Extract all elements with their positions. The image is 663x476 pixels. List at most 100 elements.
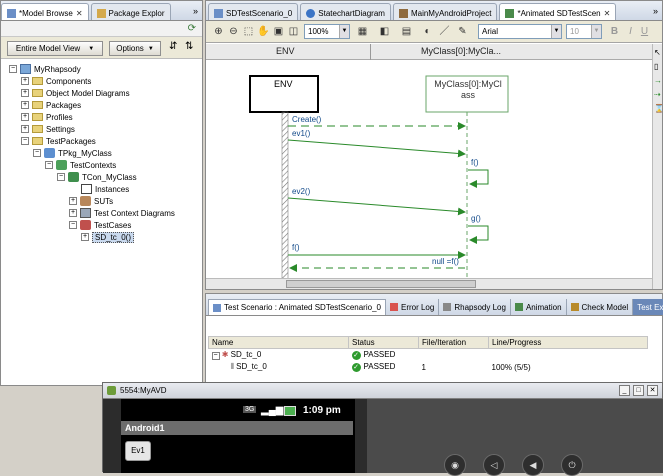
scrollbar-thumb[interactable] — [286, 280, 476, 288]
table-row[interactable]: ⫴ SD_tc_0 ✓ PASSED 1 100% (5/5) — [209, 361, 648, 373]
tree-item-sd-tc-0[interactable]: + SD_tc_0() — [81, 231, 135, 243]
g-self-call-arrow[interactable] — [468, 225, 489, 244]
power-icon[interactable]: ⏻ — [561, 454, 583, 476]
collapse-icon[interactable]: − — [57, 173, 65, 181]
tab-animation[interactable]: Animation — [511, 299, 567, 315]
pen-icon[interactable]: ✎ — [456, 25, 469, 38]
horizontal-scrollbar[interactable] — [206, 278, 654, 289]
sync-icon[interactable]: ⟳ — [188, 23, 196, 34]
expand-icon[interactable]: + — [69, 209, 77, 217]
model-view-dropdown[interactable]: Entire Model View ▼ — [7, 41, 103, 56]
close-button[interactable]: ✕ — [647, 385, 658, 396]
grid-icon[interactable]: ▦ — [356, 25, 369, 38]
diagram-icon — [80, 208, 91, 218]
palette-lifeline-icon[interactable]: ▯ — [654, 62, 658, 71]
expand-icon[interactable]: + — [21, 101, 29, 109]
expand-icon[interactable]: + — [69, 197, 77, 205]
color-icon[interactable]: ◐ — [421, 25, 434, 38]
tab-statechart[interactable]: StatechartDiagram — [300, 3, 391, 20]
tree-item-tcon-myclass[interactable]: − TCon_MyClass — [57, 171, 137, 183]
tree-item-packages[interactable]: + Packages — [21, 99, 81, 111]
tree-item-settings[interactable]: + Settings — [21, 123, 75, 135]
minimize-button[interactable]: _ — [619, 385, 630, 396]
ev2-message-label: ev2() — [292, 187, 311, 196]
collapse-icon[interactable]: − — [21, 137, 29, 145]
tab-rhapsody-log[interactable]: Rhapsody Log — [439, 299, 511, 315]
tab-test-scenario[interactable]: Test Scenario : Animated SDTestScenario_… — [208, 299, 386, 315]
tree-item-instances[interactable]: Instances — [81, 183, 129, 195]
tab-package-explorer[interactable]: Package Explor — [90, 3, 171, 20]
expand-icon[interactable]: + — [21, 125, 29, 133]
volume-up-icon[interactable]: ◀ — [522, 454, 544, 476]
tab-error-log[interactable]: Error Log — [386, 299, 440, 315]
view-menu-icon[interactable]: » — [193, 6, 198, 16]
zoom-select[interactable]: 100% ▼ — [304, 24, 350, 39]
tab-model-browser[interactable]: *Model Browse ✕ — [1, 3, 89, 20]
tab-animated-sdtestscenario[interactable]: *Animated SDTestScen ✕ — [499, 3, 617, 20]
italic-icon[interactable]: I — [624, 25, 637, 38]
lane-header-bar: ENV MyClass[0]:MyCla... — [206, 44, 656, 60]
expand-icon[interactable]: + — [21, 113, 29, 121]
expand-icon[interactable]: + — [21, 77, 29, 85]
tree-item-tpkg-myclass[interactable]: − TPkg_MyClass — [33, 147, 112, 159]
volume-down-icon[interactable]: ◁ — [483, 454, 505, 476]
options-button[interactable]: Options ▼ — [109, 41, 161, 56]
align-icon[interactable]: ◧ — [378, 25, 391, 38]
tree-item-object-model-diagrams[interactable]: + Object Model Diagrams — [21, 87, 130, 99]
tree-item-components[interactable]: + Components — [21, 75, 91, 87]
column-header-status[interactable]: Status — [348, 336, 419, 349]
font-select[interactable]: Arial ▼ — [478, 24, 562, 39]
ev1-message-arrow[interactable] — [287, 139, 466, 158]
tree-item-testpackages[interactable]: − TestPackages — [21, 135, 96, 147]
pan-hand-icon[interactable]: ✋ — [257, 25, 270, 38]
collapse-icon[interactable]: − — [69, 221, 77, 229]
sort-icon[interactable]: ⇵ — [169, 41, 177, 52]
expand-icon[interactable]: + — [21, 89, 29, 97]
tab-check-model[interactable]: Check Model — [567, 299, 634, 315]
filter-icon[interactable]: ⇅ — [185, 41, 193, 52]
fit-icon[interactable]: ▣ — [272, 25, 285, 38]
tree-item-profiles[interactable]: + Profiles — [21, 111, 73, 123]
column-header-name[interactable]: Name — [208, 336, 349, 349]
line-icon[interactable]: ／ — [438, 25, 451, 38]
bold-icon[interactable]: B — [608, 25, 621, 38]
collapse-icon[interactable]: − — [33, 149, 41, 157]
tree-item-testcontexts[interactable]: − TestContexts — [45, 159, 116, 171]
close-icon[interactable]: ✕ — [604, 9, 611, 18]
more-tabs-icon[interactable]: » — [653, 6, 658, 16]
zoom-out-icon[interactable]: ⊖ — [227, 25, 240, 38]
fit-page-icon[interactable]: ◫ — [287, 25, 300, 38]
camera-icon[interactable]: ◉ — [444, 454, 466, 476]
zoom-area-icon[interactable]: ⬚ — [242, 25, 255, 38]
expand-icon[interactable]: + — [81, 233, 89, 241]
tree-item-myrhapsody[interactable]: − MyRhapsody — [9, 63, 81, 75]
row-file-cell: 1 — [421, 362, 426, 372]
layout-icon[interactable]: ▤ — [400, 25, 413, 38]
column-header-file[interactable]: File/Iteration — [418, 336, 489, 349]
palette-message-icon[interactable]: → — [654, 76, 662, 85]
table-row[interactable]: − ✱ SD_tc_0 ✓ PASSED — [209, 349, 648, 362]
tab-main-android-project[interactable]: MainMyAndroidProject — [392, 3, 498, 20]
tab-test-execution[interactable]: Test Executi — [633, 299, 663, 315]
tree-item-testcases[interactable]: − TestCases — [69, 219, 131, 231]
maximize-button[interactable]: □ — [633, 385, 644, 396]
palette-reply-icon[interactable]: ⇢ — [654, 90, 661, 99]
folder-icon — [32, 89, 43, 97]
collapse-icon[interactable]: − — [45, 161, 53, 169]
ev1-button[interactable]: Ev1 — [125, 441, 151, 461]
collapse-icon[interactable]: − — [9, 65, 17, 73]
close-icon[interactable]: ✕ — [76, 9, 83, 18]
zoom-in-icon[interactable]: ⊕ — [212, 25, 225, 38]
ev2-message-arrow[interactable] — [287, 197, 466, 216]
row-name-cell: ⫴ SD_tc_0 — [230, 362, 267, 371]
f-self-call-arrow-1[interactable] — [468, 169, 489, 188]
column-header-line[interactable]: Line/Progress — [488, 336, 648, 349]
palette-select-icon[interactable]: ↖ — [654, 48, 661, 57]
tab-sdtestscenario[interactable]: SDTestScenario_0 — [208, 3, 299, 20]
font-size-select[interactable]: 10 ▼ — [566, 24, 602, 39]
underline-icon[interactable]: U — [638, 25, 651, 38]
palette-timeout-icon[interactable]: ⌛ — [654, 104, 663, 113]
collapse-icon[interactable]: − — [211, 352, 220, 360]
tree-item-suts[interactable]: + SUTs — [69, 195, 113, 207]
tree-item-test-context-diagrams[interactable]: + Test Context Diagrams — [69, 207, 175, 219]
